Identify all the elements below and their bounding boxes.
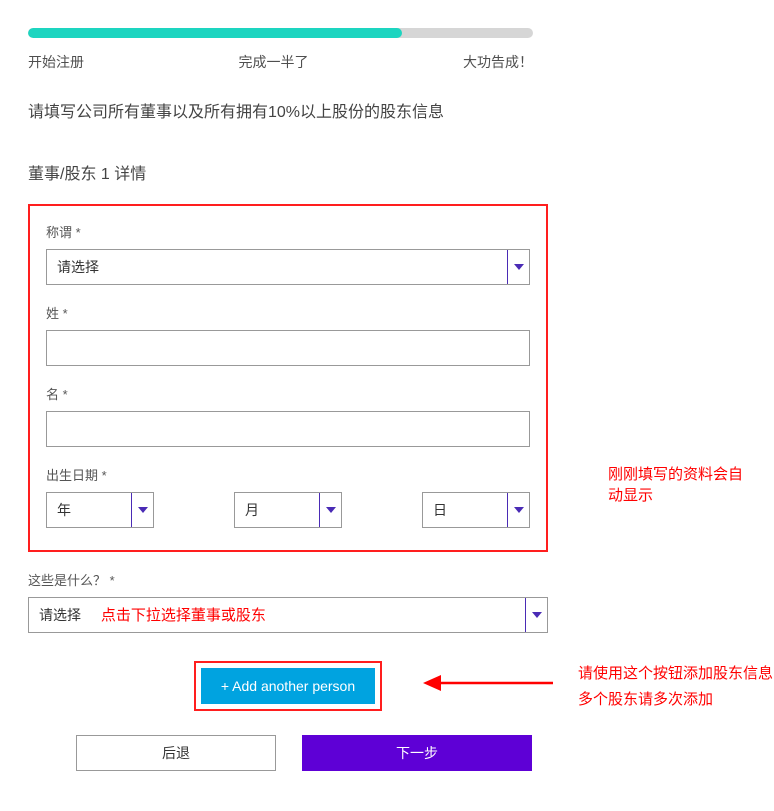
dob-label: 出生日期 * [46, 465, 530, 484]
given-label: 名 * [46, 384, 530, 403]
chevron-down-icon [131, 493, 153, 527]
title-select-value: 请选择 [46, 249, 530, 285]
month-select[interactable]: 月 [234, 492, 342, 528]
year-select[interactable]: 年 [46, 492, 154, 528]
progress-mid-label: 完成一半了 [239, 52, 309, 72]
back-button[interactable]: 后退 [76, 735, 276, 771]
surname-input[interactable] [46, 330, 530, 366]
arrow-annotation [423, 669, 553, 697]
arrow-left-icon [423, 669, 553, 697]
progress-fill [28, 28, 402, 38]
chevron-down-icon [319, 493, 341, 527]
given-input[interactable] [46, 411, 530, 447]
surname-label: 姓 * [46, 303, 530, 322]
progress-track [28, 28, 533, 38]
next-button[interactable]: 下一步 [302, 735, 532, 771]
annotation-add-line2: 多个股东请多次添加 [578, 687, 773, 713]
title-label: 称谓 * [46, 222, 530, 241]
what-select[interactable]: 请选择 点击下拉选择董事或股东 [28, 597, 548, 633]
annotation-add: 请使用这个按钮添加股东信息 多个股东请多次添加 [578, 661, 773, 712]
what-label: 这些是什么？ * [28, 570, 548, 589]
annotation-autofill: 刚刚填写的资料会自动显示 [608, 463, 754, 505]
title-select[interactable]: 请选择 [46, 249, 530, 285]
progress-end-label: 大功告成！ [463, 52, 533, 72]
chevron-down-icon [525, 598, 547, 632]
what-hint: 点击下拉选择董事或股东 [101, 607, 266, 624]
progress-start-label: 开始注册 [28, 52, 84, 72]
instruction-text: 请填写公司所有董事以及所有拥有10%以上股份的股东信息 [28, 98, 754, 122]
chevron-down-icon [507, 250, 529, 284]
annotation-add-line1: 请使用这个按钮添加股东信息 [578, 661, 773, 687]
what-select-text: 请选择 [39, 607, 81, 623]
chevron-down-icon [507, 493, 529, 527]
section-title: 董事/股东 1 详情 [28, 160, 754, 184]
what-select-value: 请选择 点击下拉选择董事或股东 [28, 597, 548, 633]
form-box: 称谓 * 请选择 姓 * 名 * 出生日期 * 年 月 [28, 204, 548, 552]
day-select[interactable]: 日 [422, 492, 530, 528]
progress-bar: 开始注册 完成一半了 大功告成！ [28, 28, 533, 72]
add-button-highlight: + Add another person [194, 661, 382, 711]
